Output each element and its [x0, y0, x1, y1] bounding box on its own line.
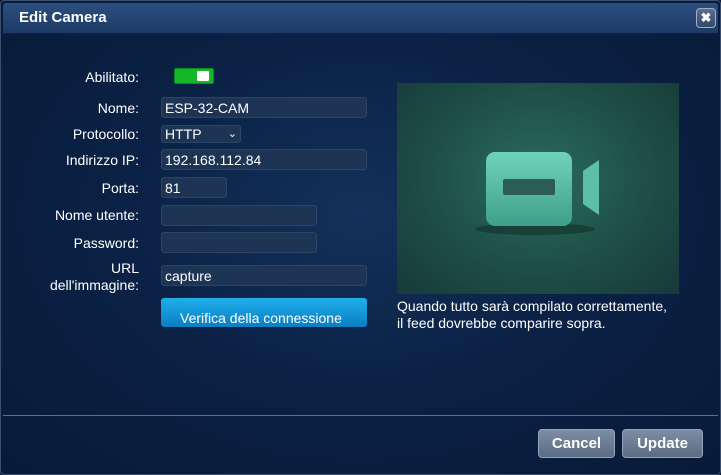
edit-camera-dialog: Edit Camera ✖ Abilitato: Nome: ESP-32-CA…: [0, 0, 721, 475]
url-input[interactable]: capture: [161, 265, 367, 286]
dialog-title: Edit Camera: [19, 9, 107, 26]
update-button[interactable]: Update: [622, 429, 703, 458]
enabled-label: Abilitato:: [85, 69, 139, 85]
caption-line-1: Quando tutto sarà compilato correttament…: [397, 298, 668, 314]
name-label: Nome:: [97, 100, 139, 116]
username-label: Nome utente:: [54, 207, 139, 223]
protocol-select[interactable]: HTTP ⌄: [161, 125, 241, 143]
enabled-toggle[interactable]: [174, 68, 214, 84]
password-input[interactable]: [161, 232, 317, 253]
ip-label: Indirizzo IP:: [65, 152, 139, 168]
name-input[interactable]: ESP-32-CAM: [161, 97, 367, 118]
preview-caption: Quando tutto sarà compilato correttament…: [397, 298, 697, 332]
cancel-button[interactable]: Cancel: [538, 429, 615, 458]
password-label: Password:: [73, 235, 139, 251]
port-input[interactable]: 81: [161, 177, 227, 198]
close-icon: ✖: [700, 10, 712, 25]
camera-preview: [397, 83, 679, 294]
title-bar[interactable]: Edit Camera ✖: [3, 3, 718, 34]
port-label: Porta:: [101, 180, 139, 196]
ip-input[interactable]: 192.168.112.84: [161, 149, 367, 170]
chevron-down-icon: ⌄: [227, 128, 237, 140]
verify-connection-label[interactable]: Verifica della connessione: [180, 303, 350, 333]
protocol-value: HTTP: [165, 126, 202, 142]
url-label-line1: URL: [110, 260, 139, 276]
username-input[interactable]: [161, 205, 317, 226]
video-camera-icon: [475, 152, 599, 235]
footer-divider: [3, 415, 718, 416]
url-label-line2: dell'immagine:: [49, 277, 139, 293]
toggle-knob: [197, 71, 209, 81]
caption-line-2: il feed dovrebbe comparire sopra.: [397, 315, 606, 331]
protocol-label: Protocollo:: [72, 126, 139, 142]
close-button[interactable]: ✖: [696, 8, 716, 28]
